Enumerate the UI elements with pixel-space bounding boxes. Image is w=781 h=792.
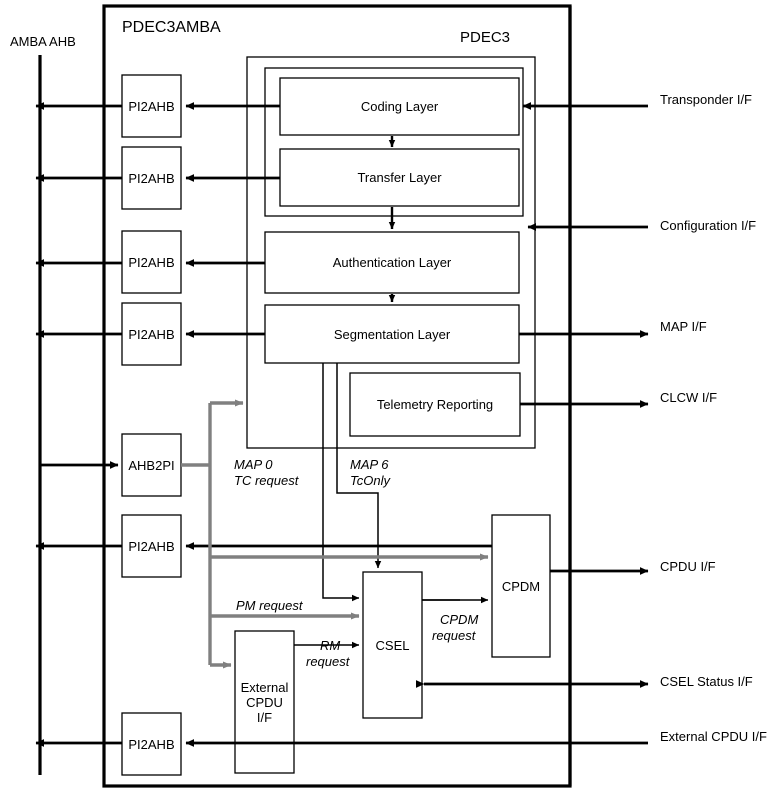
csel-label: CSEL xyxy=(375,637,410,653)
ahb2pi-label: AHB2PI xyxy=(128,457,175,473)
cpdu-if-label: CPDU I/F xyxy=(660,559,716,574)
pdec3-title: PDEC3 xyxy=(460,29,511,46)
pdec3amba-title: PDEC3AMBA xyxy=(122,19,221,36)
pm-request-label: PM request xyxy=(236,598,303,613)
cpdm-request-line1: CPDM xyxy=(440,612,479,627)
authentication-layer-label: Authentication Layer xyxy=(332,255,452,270)
configuration-if-label: Configuration I/F xyxy=(660,218,757,233)
amba-ahb-label: AMBA AHB xyxy=(10,34,76,49)
clcw-if-label: CLCW I/F xyxy=(660,390,718,405)
coding-layer-label: Coding Layer xyxy=(360,99,439,114)
transfer-layer-label: Transfer Layer xyxy=(357,170,442,185)
transponder-if-label: Transponder I/F xyxy=(660,92,753,107)
map0-tc-request-line2: TC request xyxy=(234,473,299,488)
cpdm-request-line2: request xyxy=(432,628,476,643)
pi2ahb-label-2: PI2AHB xyxy=(128,170,175,186)
pi2ahb-label-3: PI2AHB xyxy=(128,254,175,270)
block-diagram-canvas: PDEC3AMBA PDEC3 AMBA AHB PI2AHB PI2AHB P… xyxy=(0,0,781,792)
rm-request-line2: request xyxy=(306,654,350,669)
map6-tconly-line1: MAP 6 xyxy=(350,457,389,472)
pi2ahb-label-4: PI2AHB xyxy=(128,326,175,342)
pi2ahb-label-6: PI2AHB xyxy=(128,736,175,752)
map-if-label: MAP I/F xyxy=(660,319,707,334)
csel-status-if-label: CSEL Status I/F xyxy=(660,674,753,689)
telemetry-reporting-label: Telemetry Reporting xyxy=(376,397,494,412)
rm-request-line1: RM xyxy=(320,638,341,653)
pi2ahb-label-5: PI2AHB xyxy=(128,538,175,554)
segmentation-layer-label: Segmentation Layer xyxy=(333,326,451,342)
external-cpdu-if-signal-label: External CPDU I/F xyxy=(660,729,767,744)
cpdm-label: CPDM xyxy=(501,578,541,594)
external-cpdu-if-label: External CPDU I/F xyxy=(240,679,289,725)
pi2ahb-label-1: PI2AHB xyxy=(128,98,175,114)
map0-tc-request-line1: MAP 0 xyxy=(234,457,273,472)
map6-tconly-line2: TcOnly xyxy=(350,473,390,488)
